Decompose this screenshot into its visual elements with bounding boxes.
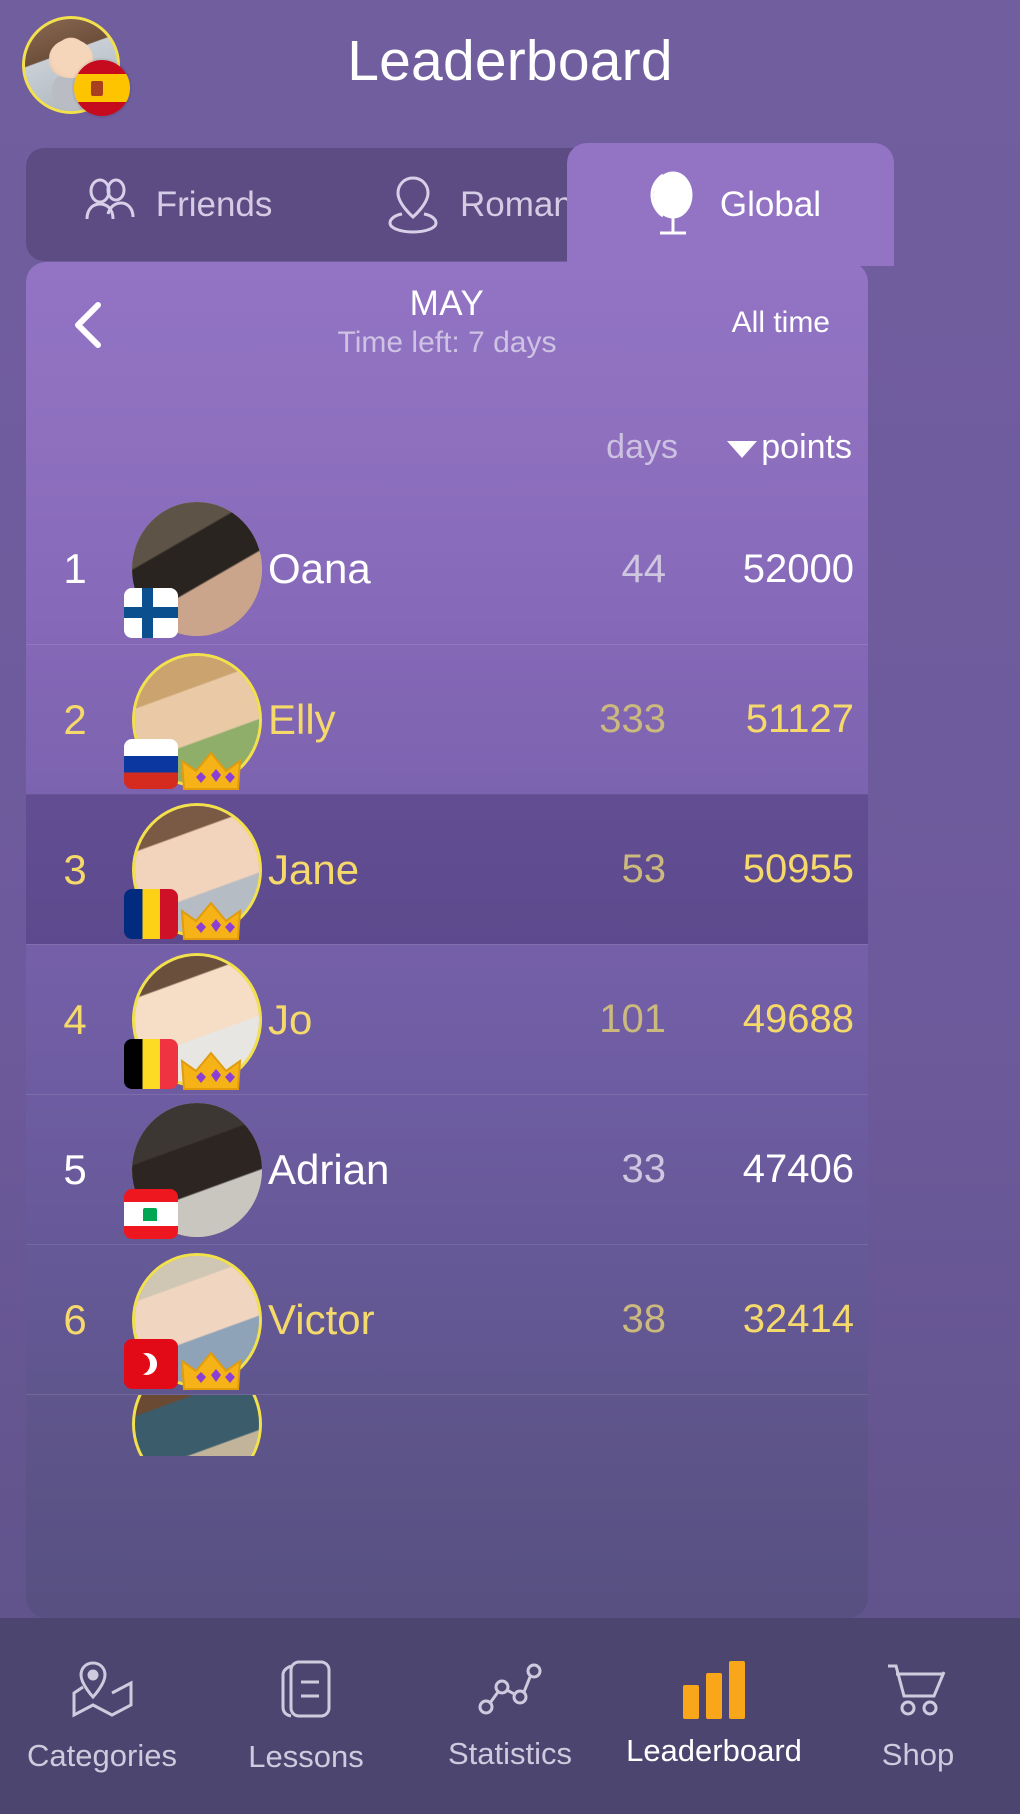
tab-friends[interactable]: Friends [26,148,324,261]
row-avatar[interactable] [124,795,264,945]
row-days: 33 [621,1147,667,1191]
row-days: 101 [599,997,666,1041]
globe-icon [640,167,702,243]
nav-label-shop: Shop [881,1736,955,1772]
caret-down-icon [727,441,758,458]
nav-label-statistics: Statistics [447,1735,573,1771]
row-days: 38 [621,1297,667,1341]
nav-item-statistics[interactable]: Statistics [408,1661,612,1772]
row-name: Jane [268,845,360,893]
row-rank: 3 [63,845,87,893]
row-rank: 1 [63,545,87,592]
inactive-tabs-group: Friends Romania [26,148,658,261]
row-points: 47406 [742,1147,854,1191]
row-avatar[interactable] [124,645,264,795]
leaderboard-panel: MAY Time left: 7 days All time days poin… [26,262,868,1618]
table-row[interactable]: 2 Elly 333 51127 [26,644,868,794]
row-points: 50955 [742,847,854,891]
row-rank: 2 [63,695,87,743]
table-row[interactable]: 3 Jane 53 50955 [26,794,868,944]
column-points[interactable]: points [727,428,852,467]
tab-global[interactable]: Global [567,143,894,266]
column-days[interactable]: days [606,428,678,467]
row-points: 51127 [745,697,854,741]
bar-chart-icon [683,1661,745,1719]
all-time-button[interactable]: All time [732,306,830,340]
period-bar: MAY Time left: 7 days All time [26,262,868,384]
line-chart-icon [478,1661,542,1722]
nav-label-leaderboard: Leaderboard [626,1733,802,1768]
nav-item-shop[interactable]: Shop [816,1660,1020,1773]
row-avatar[interactable] [124,494,264,644]
nav-label-categories: Categories [27,1737,177,1773]
country-pin-icon [382,172,444,238]
row-avatar[interactable] [124,945,264,1095]
map-pin-icon [69,1659,135,1724]
row-avatar[interactable] [124,1245,264,1395]
row-name: Oana [268,545,371,592]
row-name: Jo [268,995,313,1043]
row-days: 44 [621,546,667,591]
nav-item-leaderboard[interactable]: Leaderboard [612,1661,816,1769]
column-headers: days points [26,384,868,494]
row-points: 52000 [742,546,854,591]
leaderboard-scope-tabs: Friends Romania Global [26,143,994,266]
row-points: 32414 [742,1297,854,1341]
app-header: Leaderboard [0,0,1020,152]
nav-item-lessons[interactable]: Lessons [204,1658,408,1775]
table-row[interactable]: 4 Jo 101 49688 [26,944,868,1094]
tab-friends-label: Friends [155,184,273,224]
nav-item-categories[interactable]: Categories [0,1659,204,1774]
nav-label-lessons: Lessons [248,1738,364,1774]
row-rank: 4 [63,995,87,1043]
column-points-label: points [761,428,852,466]
row-name: Victor [268,1295,375,1343]
leaderboard-rows: 1 Oana 44 52000 2 Elly 333 51127 3 Jane … [26,494,868,1456]
crown-icon [180,1049,242,1093]
row-days: 333 [599,697,666,741]
lebanon-flag [124,1188,178,1239]
table-row[interactable]: 5 Adrian 33 47406 [26,1094,868,1244]
row-avatar[interactable] [124,1395,264,1456]
crown-icon [180,1349,242,1393]
turkey-flag [124,1338,178,1389]
row-rank: 6 [63,1295,87,1343]
russia-flag [124,738,178,789]
row-points: 49688 [742,997,854,1041]
leaderboard-screen: Leaderboard Friends Romania Global MAY T… [0,0,1020,1814]
crown-icon [180,749,242,793]
belgium-flag [124,1038,178,1089]
cart-icon [884,1660,952,1723]
romania-flag [124,888,178,939]
row-rank: 5 [63,1145,87,1193]
bottom-navigation: Categories Lessons Statistics Leaderboar… [0,1618,1020,1814]
row-name: Elly [268,695,336,743]
tab-global-label: Global [719,184,822,224]
crown-icon [180,899,242,943]
friends-icon [78,174,140,236]
table-row-partial[interactable] [26,1394,868,1456]
page-title: Leaderboard [347,29,673,93]
book-icon [277,1658,335,1725]
finland-flag [124,588,178,638]
row-days: 53 [621,847,667,891]
table-row[interactable]: 1 Oana 44 52000 [26,494,868,644]
table-row[interactable]: 6 Victor 38 32414 [26,1244,868,1394]
row-avatar[interactable] [124,1095,264,1245]
row-name: Adrian [268,1145,390,1193]
